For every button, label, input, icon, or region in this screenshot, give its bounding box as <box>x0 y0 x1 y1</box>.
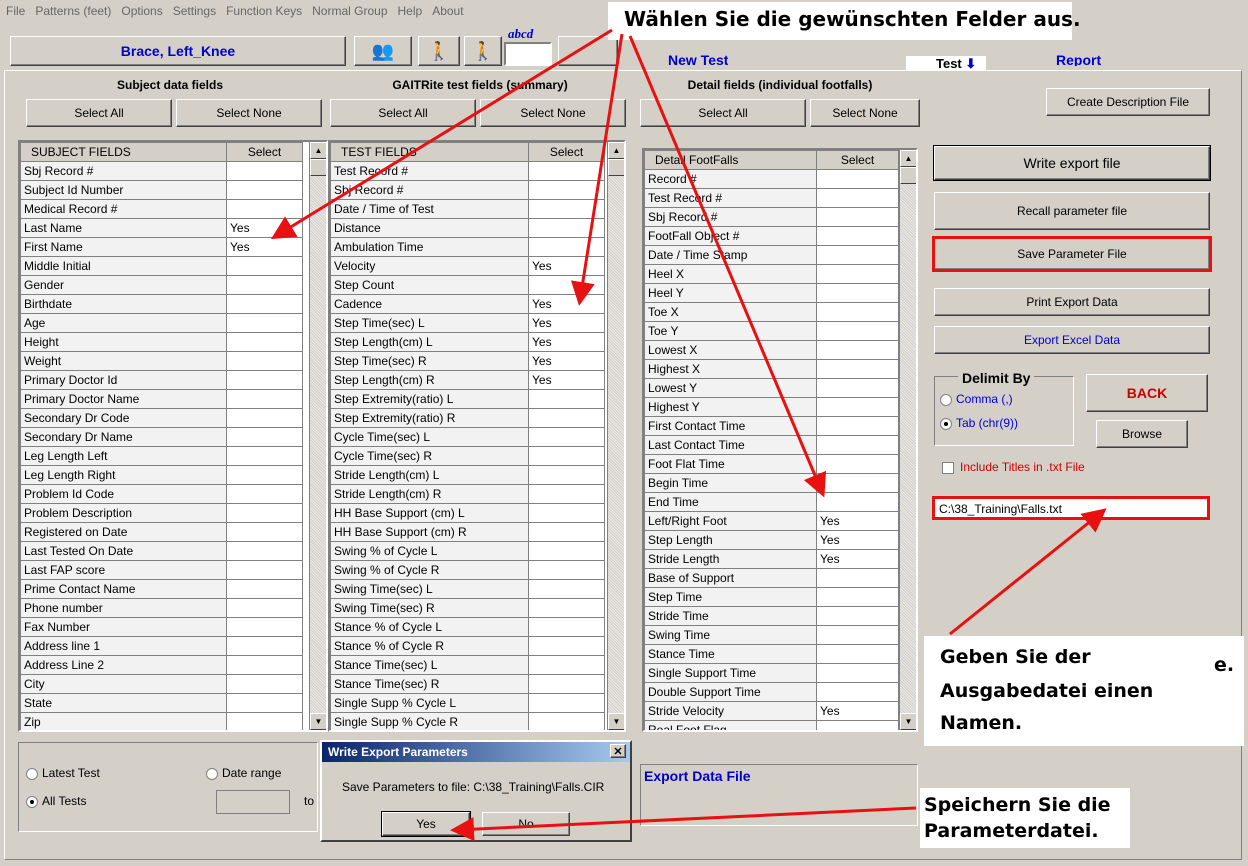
annotation-arrows <box>270 28 1107 842</box>
arrow-to-detail <box>628 35 827 498</box>
arrow-to-yes <box>450 806 917 842</box>
arrow-to-filename <box>949 508 1107 636</box>
arrow-to-subject <box>270 28 613 240</box>
arrow-to-test <box>570 33 624 306</box>
